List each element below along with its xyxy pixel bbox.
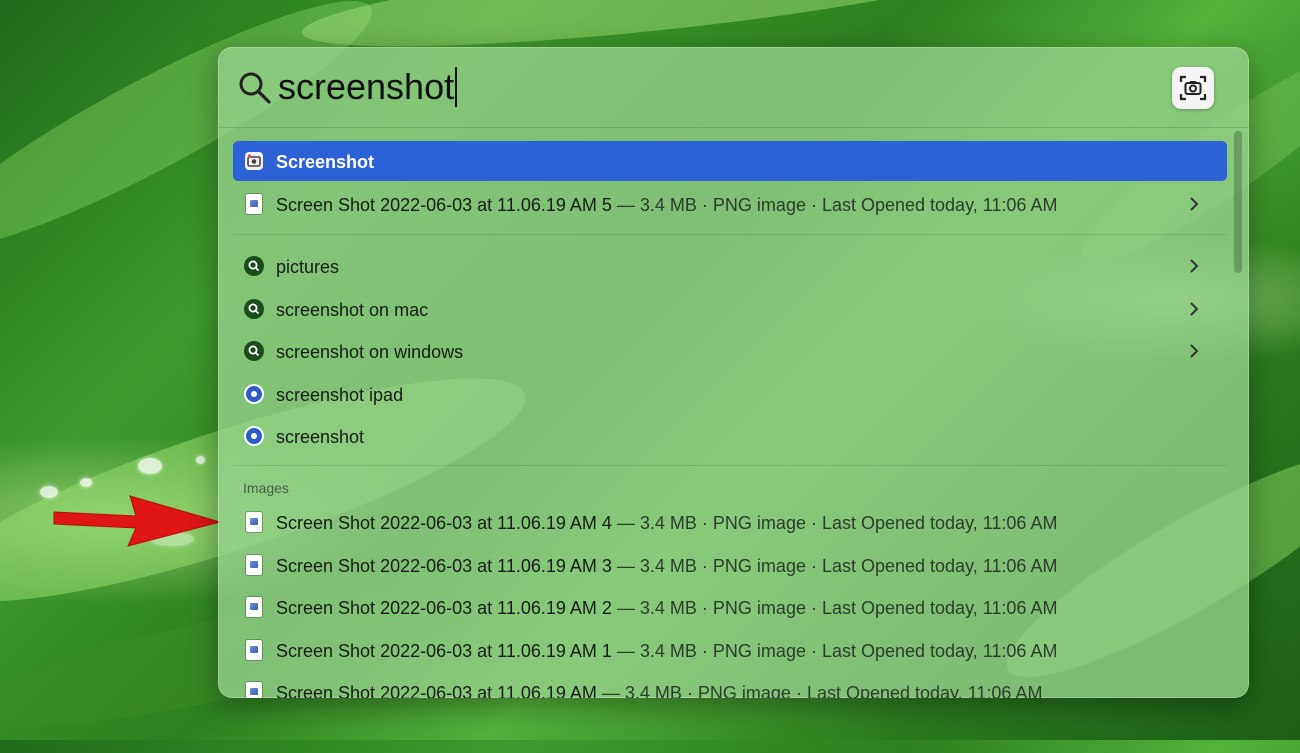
suggestion-row[interactable]: pictures (233, 246, 1227, 286)
image-file-icon (246, 682, 262, 698)
search-suggestion-icon (244, 299, 264, 319)
water-droplet (138, 458, 162, 474)
file-meta: — 3.4 MB · PNG image · Last Opened today… (611, 598, 1058, 618)
image-result-row[interactable]: Screen Shot 2022-06-03 at 11.06.19 AM 2 … (233, 587, 1227, 627)
search-icon (239, 72, 271, 104)
section-divider (233, 234, 1227, 235)
suggestion-title: screenshot on mac (276, 300, 429, 320)
search-input[interactable]: screenshot (278, 65, 458, 109)
file-name: Screen Shot 2022-06-03 at 11.06.19 AM 2 (276, 598, 612, 618)
result-title: Screen Shot 2022-06-03 at 11.06.19 AM 4 … (276, 512, 1057, 534)
chevron-right-icon (1190, 344, 1199, 358)
search-suggestion-icon (244, 341, 264, 361)
result-title: Screen Shot 2022-06-03 at 11.06.19 AM 5 … (276, 194, 1057, 216)
search-suggestion-icon (244, 256, 264, 276)
search-divider (218, 127, 1249, 128)
chevron-right-icon (1190, 259, 1199, 273)
file-name: Screen Shot 2022-06-03 at 11.06.19 AM 3 (276, 556, 612, 576)
suggestion-title: pictures (276, 257, 340, 277)
result-row-screenshot-app[interactable]: Screenshot (233, 141, 1227, 181)
file-name: Screen Shot 2022-06-03 at 11.06.19 AM 4 (276, 513, 612, 533)
image-file-icon (246, 194, 262, 214)
chevron-right-icon (1190, 302, 1199, 316)
file-meta: — 3.4 MB · PNG image · Last Opened today… (611, 556, 1058, 576)
image-result-row[interactable]: Screen Shot 2022-06-03 at 11.06.19 AM 1 … (233, 630, 1227, 670)
file-meta: — 3.4 MB · PNG image · Last Opened today… (596, 683, 1043, 698)
suggestion-row[interactable]: screenshot on windows (233, 331, 1227, 371)
water-droplet (196, 456, 205, 464)
file-name: Screen Shot 2022-06-03 at 11.06.19 AM 5 (276, 195, 612, 215)
file-name: Screen Shot 2022-06-03 at 11.06.19 AM 1 (276, 641, 612, 661)
suggestion-row[interactable]: screenshot (233, 416, 1227, 456)
safari-icon (244, 384, 264, 404)
image-file-icon (246, 555, 262, 575)
file-meta: — 3.4 MB · PNG image · Last Opened today… (611, 195, 1058, 215)
image-file-icon (246, 512, 262, 532)
file-meta: — 3.4 MB · PNG image · Last Opened today… (611, 513, 1058, 533)
result-title: Screen Shot 2022-06-03 at 11.06.19 AM — … (276, 682, 1042, 698)
section-divider (233, 465, 1227, 466)
image-result-row[interactable]: Screen Shot 2022-06-03 at 11.06.19 AM 3 … (233, 545, 1227, 585)
result-title: Screen Shot 2022-06-03 at 11.06.19 AM 2 … (276, 597, 1057, 619)
spotlight-panel: screenshot Screenshot Screen Shot 2022-0… (218, 47, 1249, 698)
suggestion-title: screenshot on windows (276, 342, 464, 362)
file-meta: — 3.4 MB · PNG image · Last Opened today… (611, 641, 1058, 661)
result-title: Screenshot (276, 152, 375, 172)
chevron-right-icon (1190, 197, 1199, 211)
file-name: Screen Shot 2022-06-03 at 11.06.19 AM (276, 683, 597, 698)
image-file-icon (246, 597, 262, 617)
search-query: screenshot (278, 66, 455, 107)
annotation-arrow (53, 495, 222, 547)
image-file-icon (246, 640, 262, 660)
result-row-file[interactable]: Screen Shot 2022-06-03 at 11.06.19 AM 5 … (233, 184, 1227, 224)
screenshot-capture-button[interactable] (1172, 67, 1214, 109)
suggestion-title: screenshot (276, 427, 365, 447)
results-scrollbar[interactable] (1234, 131, 1242, 273)
search-bar: screenshot (218, 47, 1249, 127)
screenshot-capture-icon (1179, 75, 1207, 101)
suggestion-title: screenshot ipad (276, 385, 404, 405)
image-result-row[interactable]: Screen Shot 2022-06-03 at 11.06.19 AM 4 … (233, 502, 1227, 542)
result-title: Screen Shot 2022-06-03 at 11.06.19 AM 1 … (276, 640, 1057, 662)
image-result-row[interactable]: Screen Shot 2022-06-03 at 11.06.19 AM — … (233, 672, 1227, 698)
result-title: Screen Shot 2022-06-03 at 11.06.19 AM 3 … (276, 555, 1057, 577)
results-list: Screenshot Screen Shot 2022-06-03 at 11.… (218, 129, 1232, 698)
screenshot-app-icon (245, 152, 263, 170)
text-caret (455, 67, 458, 107)
suggestion-row[interactable]: screenshot ipad (233, 374, 1227, 414)
images-section-label: Images (243, 480, 289, 496)
water-droplet (80, 478, 92, 487)
suggestion-row[interactable]: screenshot on mac (233, 289, 1227, 329)
safari-icon (244, 426, 264, 446)
